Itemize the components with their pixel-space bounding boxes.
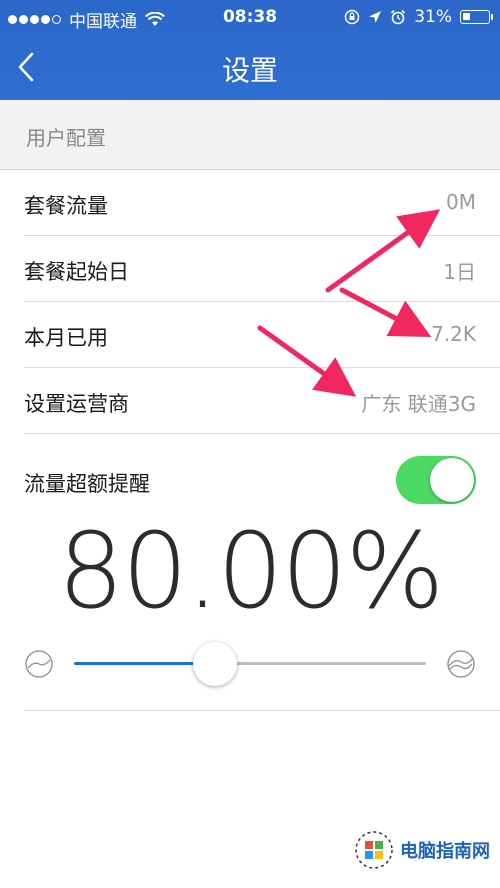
row-value: 0M [446, 190, 476, 214]
row-value: 广东 联通3G [361, 392, 476, 416]
settings-row-plan-data[interactable]: 套餐流量 0M [24, 170, 500, 236]
row-label: 本月已用 [24, 326, 108, 350]
settings-row-used-this-month[interactable]: 本月已用 7.2K [24, 302, 500, 368]
divider [24, 710, 500, 711]
alarm-icon [391, 9, 406, 25]
section-header: 用户配置 [0, 100, 500, 170]
max-threshold-icon [447, 650, 475, 678]
threshold-slider [0, 630, 500, 700]
battery-icon [460, 10, 493, 24]
traffic-alert-toggle[interactable] [396, 456, 476, 504]
header: 中国联通 08:38 31% 设置 [0, 0, 500, 100]
row-value: 1日 [443, 260, 476, 284]
row-label: 套餐流量 [24, 194, 108, 218]
alert-threshold-percent: 80.00% [57, 510, 445, 632]
settings-row-carrier[interactable]: 设置运营商 广东 联通3G [24, 368, 500, 434]
row-value: 7.2K [431, 322, 476, 346]
slider-thumb[interactable] [193, 642, 237, 686]
location-icon [369, 11, 382, 23]
rotation-lock-icon [344, 9, 360, 25]
windows-logo-icon [355, 831, 393, 869]
toggle-knob [430, 458, 474, 502]
settings-row-plan-start-day[interactable]: 套餐起始日 1日 [24, 236, 500, 302]
status-bar: 中国联通 08:38 31% [0, 0, 500, 34]
slider-track[interactable] [74, 662, 426, 665]
min-threshold-icon [25, 650, 53, 678]
page-title: 设置 [221, 54, 278, 87]
row-label: 套餐起始日 [24, 260, 129, 284]
traffic-alert-label: 流量超额提醒 [24, 472, 150, 496]
watermark: 电脑指南网 [354, 830, 490, 870]
row-label: 设置运营商 [24, 392, 129, 416]
watermark-text: 电脑指南网 [400, 841, 490, 862]
section-header-label: 用户配置 [26, 126, 106, 150]
battery-percent: 31% [414, 7, 452, 27]
